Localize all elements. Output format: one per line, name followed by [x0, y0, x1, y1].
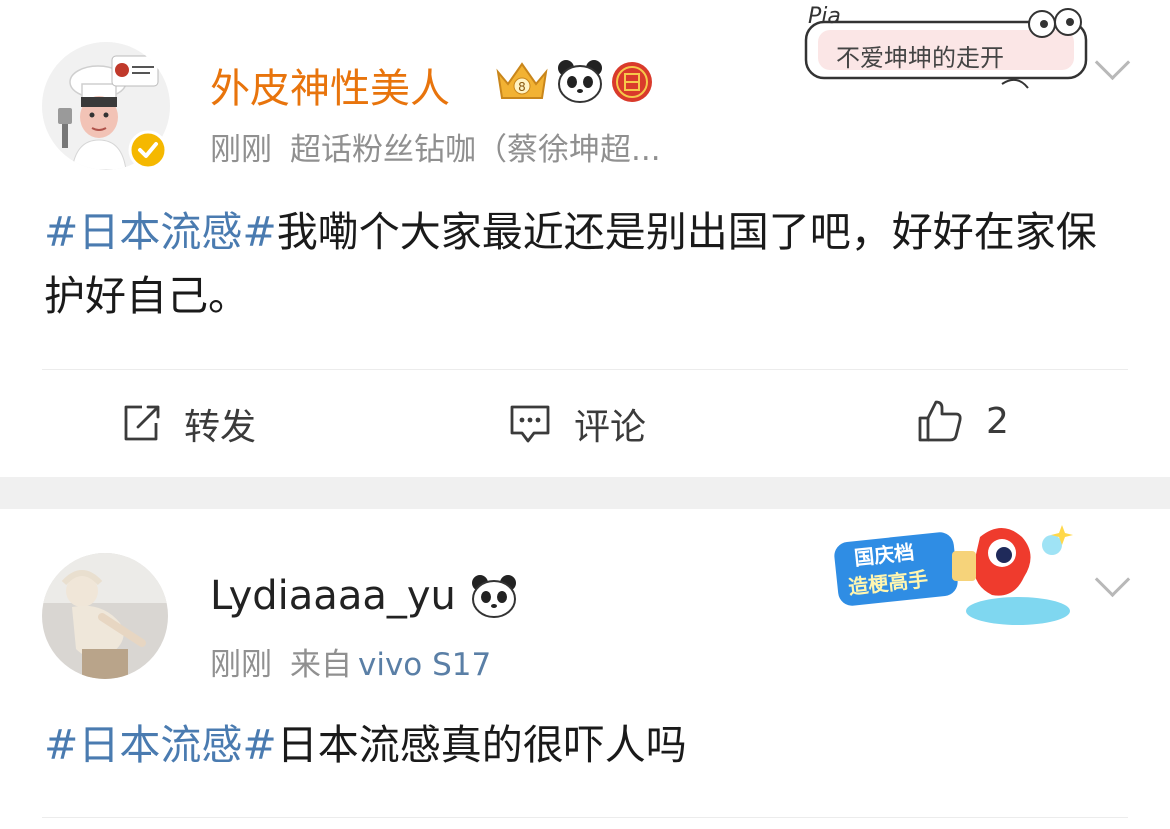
chevron-down-icon[interactable]	[1094, 561, 1131, 598]
username[interactable]: 外皮神性美人	[210, 56, 450, 114]
post-time: 刚刚	[210, 647, 272, 683]
repost-icon	[124, 405, 160, 441]
user-avatar[interactable]	[42, 553, 168, 679]
source-prefix: 来自	[290, 647, 352, 683]
svg-text:8: 8	[518, 80, 526, 94]
post-time: 刚刚	[210, 132, 272, 168]
post-card-1[interactable]: 外皮神性美人 8 刚刚 超话粉丝钻咖（蔡徐坤超... Pia 不爱坤坤的走开 #…	[0, 0, 1170, 477]
repost-button[interactable]: 转发	[120, 398, 256, 450]
card-decoration-text: 不爱坤坤的走开	[836, 44, 1004, 72]
post-meta: 刚刚 来自 vivo S17	[210, 639, 491, 684]
comment-icon	[510, 405, 550, 443]
crown-icon: 8	[494, 58, 550, 104]
comment-button[interactable]: 评论	[508, 398, 646, 450]
comment-label: 评论	[574, 407, 647, 448]
post-content: #日本流感#日本流感真的很吓人吗	[44, 713, 1130, 777]
like-button[interactable]: 2	[916, 398, 1009, 444]
post-text: 日本流感真的很吓人吗	[276, 721, 687, 769]
topic-link[interactable]: #日本流感#	[44, 208, 277, 256]
fu-badge-icon	[610, 60, 654, 104]
repost-label: 转发	[184, 407, 257, 448]
post-card-2[interactable]: Lydiaaaa_yu 刚刚 来自 vivo S17 国庆档 造梗高手 #日本流…	[0, 509, 1170, 829]
card-decoration: Pia 不爱坤坤的走开	[802, 4, 1088, 96]
card-decoration-tag: Pia	[808, 4, 841, 29]
verified-icon	[128, 130, 168, 170]
topic-link[interactable]: #日本流感#	[44, 721, 277, 769]
panda-icon	[470, 573, 518, 619]
divider	[42, 817, 1128, 818]
divider	[42, 369, 1128, 370]
post-separator	[0, 477, 1170, 509]
post-content: #日本流感#我嘞个大家最近还是别出国了吧，好好在家保护好自己。	[44, 200, 1130, 328]
like-icon	[918, 400, 962, 442]
post-source[interactable]: vivo S17	[358, 647, 491, 683]
username[interactable]: Lydiaaaa_yu	[210, 573, 456, 619]
panda-icon	[556, 58, 604, 104]
chevron-down-icon[interactable]	[1094, 44, 1131, 81]
event-badge[interactable]: 国庆档 造梗高手	[832, 515, 1082, 635]
like-count: 2	[986, 400, 1009, 442]
post-source[interactable]: 超话粉丝钻咖（蔡徐坤超...	[290, 132, 661, 168]
post-meta: 刚刚 超话粉丝钻咖（蔡徐坤超...	[210, 124, 661, 169]
